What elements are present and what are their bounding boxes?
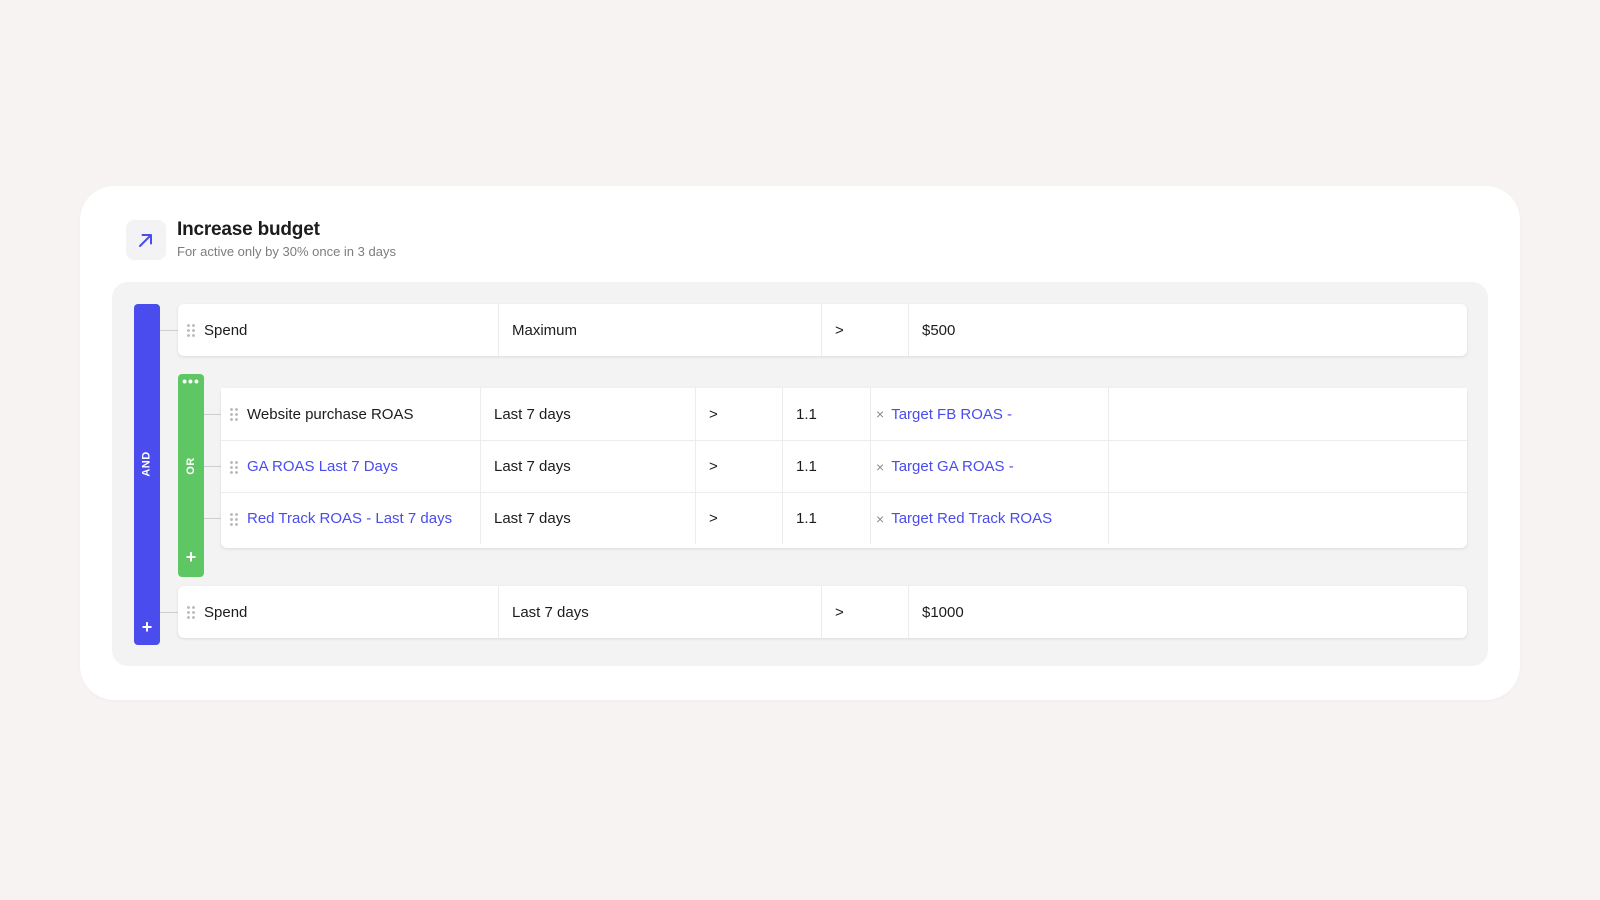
value-input[interactable]: 1.1 <box>783 441 871 492</box>
aggregation-select[interactable]: Last 7 days <box>499 586 822 638</box>
target-metric-select[interactable]: × Target Red Track ROAS <box>871 493 1109 544</box>
aggregation-select[interactable]: Maximum <box>499 304 822 356</box>
drag-handle-icon[interactable] <box>229 459 239 474</box>
condition-row-website-roas[interactable]: Website purchase ROAS Last 7 days > 1.1 … <box>221 388 1467 440</box>
condition-row-ga-roas[interactable]: GA ROAS Last 7 Days Last 7 days > 1.1 × … <box>221 440 1467 492</box>
and-label: AND <box>141 451 153 477</box>
period-select[interactable]: Last 7 days <box>481 493 696 544</box>
operator-select[interactable]: > <box>822 586 909 638</box>
or-group-more-button[interactable]: ••• <box>178 374 204 388</box>
metric-select[interactable]: Spend <box>178 304 499 356</box>
drag-handle-icon[interactable] <box>186 323 196 337</box>
period-select[interactable]: Last 7 days <box>481 441 696 492</box>
rule-subtitle: For active only by 30% once in 3 days <box>177 244 396 259</box>
metric-select[interactable]: Website purchase ROAS <box>221 388 481 440</box>
rule-title: Increase budget <box>177 219 320 240</box>
multiply-icon: × <box>876 510 885 527</box>
connector-line <box>160 330 178 331</box>
target-metric-select[interactable]: × Target GA ROAS - <box>871 441 1109 492</box>
empty-cell <box>1109 441 1467 492</box>
metric-select[interactable]: Spend <box>178 586 499 638</box>
or-label: OR <box>185 457 197 475</box>
metric-select[interactable]: Red Track ROAS - Last 7 days <box>221 493 481 544</box>
operator-select[interactable]: > <box>696 441 783 492</box>
drag-handle-icon[interactable] <box>186 605 196 619</box>
operator-select[interactable]: > <box>822 304 909 356</box>
connector-line <box>204 518 221 519</box>
condition-row-spend-7d[interactable]: Spend Last 7 days > $1000 <box>178 586 1467 638</box>
or-operator-bar[interactable]: ••• OR + <box>178 374 204 577</box>
connector-line <box>160 612 178 613</box>
and-operator-bar[interactable]: AND + <box>134 304 160 645</box>
value-input[interactable]: $1000 <box>909 586 1467 638</box>
multiply-icon: × <box>876 458 885 475</box>
operator-select[interactable]: > <box>696 493 783 544</box>
drag-handle-icon[interactable] <box>229 511 239 526</box>
add-condition-or-button[interactable]: + <box>178 548 204 566</box>
drag-handle-icon[interactable] <box>229 407 239 421</box>
value-input[interactable]: 1.1 <box>783 388 871 440</box>
conditions-area: AND + ••• OR + Spend Maximum > $500 Webs… <box>112 282 1488 666</box>
multiply-icon: × <box>876 406 885 422</box>
or-group: Website purchase ROAS Last 7 days > 1.1 … <box>221 388 1467 548</box>
target-metric-select[interactable]: × Target FB ROAS - <box>871 388 1109 440</box>
connector-line <box>204 414 221 415</box>
operator-select[interactable]: > <box>696 388 783 440</box>
arrow-up-right-icon <box>126 220 166 260</box>
value-input[interactable]: 1.1 <box>783 493 871 544</box>
empty-cell <box>1109 388 1467 440</box>
condition-row-redtrack-roas[interactable]: Red Track ROAS - Last 7 days Last 7 days… <box>221 492 1467 544</box>
rule-card: Increase budget For active only by 30% o… <box>80 186 1520 700</box>
connector-line <box>204 466 221 467</box>
empty-cell <box>1109 493 1467 544</box>
period-select[interactable]: Last 7 days <box>481 388 696 440</box>
condition-row-spend-max[interactable]: Spend Maximum > $500 <box>178 304 1467 356</box>
add-condition-and-button[interactable]: + <box>134 618 160 636</box>
value-input[interactable]: $500 <box>909 304 1467 356</box>
metric-select[interactable]: GA ROAS Last 7 Days <box>221 441 481 492</box>
